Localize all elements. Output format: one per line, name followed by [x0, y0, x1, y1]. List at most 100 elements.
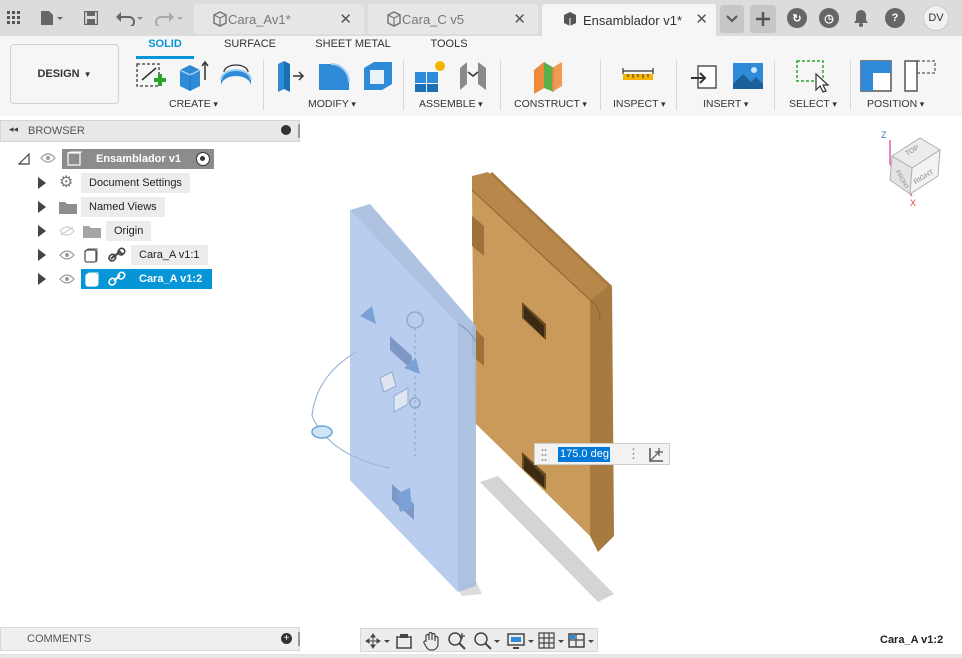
tab-surface[interactable]: SURFACE — [222, 38, 278, 58]
visibility-eye-icon[interactable] — [59, 274, 75, 287]
notifications-icon[interactable] — [850, 0, 872, 36]
link-icon — [108, 271, 126, 286]
tree-item-document-settings[interactable]: ⚙ Document Settings — [0, 173, 300, 193]
activate-radio-icon[interactable] — [196, 152, 210, 166]
close-icon[interactable]: ✕ — [513, 10, 526, 28]
drag-handle-icon[interactable] — [541, 448, 547, 462]
tree-item-named-views[interactable]: Named Views — [0, 197, 300, 217]
tab-sheet-metal[interactable]: SHEET METAL — [314, 38, 392, 58]
tree-item-label: Named Views — [81, 197, 165, 217]
tab-overflow-icon[interactable] — [720, 5, 744, 33]
view-cube[interactable]: TOP FRONT RIGHT Z X — [881, 130, 941, 208]
look-at-icon[interactable] — [395, 632, 415, 650]
folder-icon — [83, 226, 101, 238]
measure-icon[interactable] — [620, 58, 656, 94]
expand-triangle-icon[interactable] — [38, 201, 46, 213]
grid-settings-icon[interactable] — [537, 631, 565, 651]
browser-header: ◂◂ BROWSER — [0, 120, 300, 142]
separator — [263, 60, 264, 110]
chevron-down-icon: ▼ — [83, 69, 92, 79]
workspace-switcher[interactable]: DESIGN ▼ — [10, 44, 119, 104]
extrude-icon[interactable] — [174, 58, 210, 94]
tree-item-cara-a-1[interactable]: Cara_A v1:1 — [0, 245, 300, 265]
inspect-menu[interactable]: INSPECT — [613, 98, 666, 110]
minimize-icon[interactable] — [281, 125, 291, 135]
insert-menu[interactable]: INSERT — [703, 98, 748, 110]
component-icon — [84, 248, 98, 263]
grid-menu-icon[interactable] — [4, 0, 24, 36]
comments-panel[interactable]: COMMENTS + — [0, 627, 300, 651]
zoom-icon[interactable] — [447, 631, 467, 651]
extensions-icon[interactable]: ↻ — [786, 0, 808, 36]
assemble-menu[interactable]: ASSEMBLE — [419, 98, 483, 110]
close-icon[interactable]: ✕ — [339, 10, 352, 28]
display-settings-icon[interactable] — [507, 631, 535, 651]
bottom-divider — [0, 654, 962, 658]
help-icon[interactable]: ? — [884, 0, 906, 36]
fusion-app: Cara_Av1* ✕ Cara_C v5 ✕ Ensamblador v1* … — [0, 0, 962, 658]
new-tab-icon[interactable] — [750, 5, 776, 33]
press-pull-icon[interactable] — [272, 58, 308, 94]
hidden-eye-icon[interactable] — [59, 226, 75, 239]
tree-item-origin[interactable]: Origin — [0, 221, 300, 241]
create-sketch-icon[interactable] — [134, 58, 170, 94]
angle-input-box: ⋮ — [534, 443, 670, 465]
select-icon[interactable] — [794, 58, 830, 94]
redo-icon[interactable] — [154, 0, 186, 36]
select-menu[interactable]: SELECT — [789, 98, 837, 110]
tree-item-cara-a-2[interactable]: Cara_A v1:2 — [0, 269, 300, 289]
offset-plane-icon[interactable] — [530, 58, 566, 94]
save-icon[interactable] — [82, 0, 100, 36]
component-icon — [85, 272, 99, 287]
tab-solid[interactable]: SOLID — [136, 38, 194, 59]
more-options-icon[interactable]: ⋮ — [627, 446, 640, 462]
position-menu[interactable]: POSITION — [867, 98, 924, 110]
tab-cara-a[interactable]: Cara_Av1* ✕ — [194, 4, 364, 34]
shell-icon[interactable] — [360, 58, 396, 94]
collapse-triangle-icon[interactable] — [18, 153, 30, 165]
viewports-icon[interactable] — [567, 631, 595, 651]
tab-cara-c[interactable]: Cara_C v5 ✕ — [368, 4, 538, 34]
construct-menu[interactable]: CONSTRUCT — [514, 98, 587, 110]
resize-handle[interactable] — [298, 632, 300, 646]
new-component-icon[interactable] — [412, 58, 448, 94]
tab-label: Cara_C v5 — [402, 11, 465, 27]
tab-label: Ensamblador v1* — [583, 12, 682, 28]
pan-icon[interactable] — [421, 631, 441, 651]
tab-tools[interactable]: TOOLS — [428, 38, 470, 58]
undo-icon[interactable] — [114, 0, 146, 36]
revolve-icon[interactable] — [218, 58, 254, 94]
separator — [676, 60, 677, 110]
tree-root[interactable]: Ensamblador v1 — [0, 149, 300, 169]
tab-ensamblador[interactable]: Ensamblador v1* ✕ — [542, 4, 716, 36]
job-status-icon[interactable]: ◷ — [818, 0, 840, 36]
expand-triangle-icon[interactable] — [38, 273, 46, 285]
fillet-icon[interactable] — [316, 58, 352, 94]
expand-triangle-icon[interactable] — [38, 225, 46, 237]
link-icon — [108, 247, 126, 262]
workspace-label: DESIGN — [37, 68, 80, 80]
add-comment-icon[interactable]: + — [281, 633, 292, 644]
visibility-eye-icon[interactable] — [40, 153, 56, 166]
resize-handle[interactable] — [298, 124, 300, 138]
close-icon[interactable]: ✕ — [695, 10, 708, 28]
user-avatar[interactable]: DV — [922, 0, 950, 36]
angle-input[interactable] — [558, 447, 610, 462]
expand-triangle-icon[interactable] — [38, 177, 46, 189]
joint-icon[interactable] — [456, 58, 492, 94]
revert-position-icon[interactable] — [902, 58, 938, 94]
snap-point-icon[interactable] — [647, 446, 665, 464]
capture-position-icon[interactable] — [858, 58, 894, 94]
visibility-eye-icon[interactable] — [59, 250, 75, 263]
comments-label: COMMENTS — [27, 633, 92, 645]
file-icon[interactable] — [36, 0, 66, 36]
fit-zoom-icon[interactable] — [473, 631, 501, 651]
insert-derive-icon[interactable] — [688, 58, 724, 94]
insert-image-icon[interactable] — [730, 58, 766, 94]
collapse-panel-icon[interactable]: ◂◂ — [9, 124, 18, 135]
modify-menu[interactable]: MODIFY — [308, 98, 356, 110]
create-menu[interactable]: CREATE — [169, 98, 218, 110]
gear-icon: ⚙ — [59, 174, 74, 191]
orbit-icon[interactable] — [365, 632, 391, 650]
expand-triangle-icon[interactable] — [38, 249, 46, 261]
